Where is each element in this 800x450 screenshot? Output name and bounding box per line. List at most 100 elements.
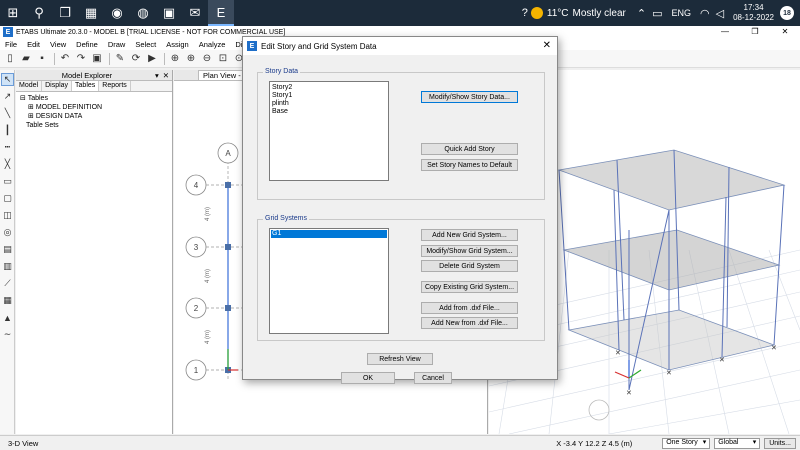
list-item[interactable]: plinth xyxy=(272,100,386,108)
quick-add-story-button[interactable]: Quick Add Story xyxy=(421,143,518,155)
delete-grid-system-button[interactable]: Delete Grid System xyxy=(421,260,518,272)
tab-model[interactable]: Model xyxy=(16,81,43,91)
draw-wall-icon[interactable]: ▭ xyxy=(1,175,14,188)
set-story-names-default-button[interactable]: Set Story Names to Default xyxy=(421,159,518,171)
cancel-button[interactable]: Cancel xyxy=(414,372,452,384)
dialog-body: Story Data Story2 Story1 plinth Base Mod… xyxy=(243,55,557,384)
zoom-out-icon[interactable]: ⊖ xyxy=(200,52,214,66)
chevron-up-icon[interactable]: ⌃ xyxy=(637,7,646,20)
store-icon[interactable]: ▣ xyxy=(156,0,182,26)
grid-system-list[interactable]: G1 xyxy=(269,228,389,334)
draw-floor-icon[interactable]: ▢ xyxy=(1,192,14,205)
open-folder-icon[interactable]: ▰ xyxy=(19,52,33,66)
tree-item-tables[interactable]: ⊟ Tables xyxy=(20,94,168,103)
units-button[interactable]: Units... xyxy=(764,437,796,449)
modify-story-data-button[interactable]: Modify/Show Story Data... xyxy=(421,91,518,103)
add-new-grid-system-button[interactable]: Add New Grid System... xyxy=(421,229,518,241)
pencil-icon[interactable]: ✎ xyxy=(113,52,127,66)
tab-reports[interactable]: Reports xyxy=(99,81,131,91)
draw-tendon-icon[interactable]: ▲ xyxy=(1,311,14,324)
mail-icon[interactable]: ✉ xyxy=(182,0,208,26)
grid-label-4: 4 xyxy=(194,181,199,190)
tree-item-model-definition[interactable]: ⊞ MODEL DEFINITION xyxy=(20,103,168,112)
tree-item-table-sets[interactable]: Table Sets xyxy=(20,121,168,130)
battery-icon[interactable]: ▭ xyxy=(652,7,662,20)
tab-display[interactable]: Display xyxy=(42,81,73,91)
weather-widget[interactable]: 11°C Mostly clear xyxy=(530,7,626,19)
minimize-icon[interactable]: — xyxy=(710,26,740,38)
task-view-icon[interactable]: ❐ xyxy=(52,0,78,26)
edge-browser-icon[interactable]: ◉ xyxy=(104,0,130,26)
etabs-taskbar-icon[interactable]: E xyxy=(208,0,234,26)
draw-opening-icon[interactable]: ◫ xyxy=(1,209,14,222)
add-from-dxf-button[interactable]: Add from .dxf File... xyxy=(421,302,518,314)
copy-grid-system-button[interactable]: Copy Existing Grid System... xyxy=(421,281,518,293)
undo-icon[interactable]: ↶ xyxy=(58,52,72,66)
dropdown-icon[interactable]: ▾ xyxy=(155,71,159,80)
story-list[interactable]: Story2 Story1 plinth Base xyxy=(269,81,389,181)
add-new-from-dxf-button[interactable]: Add New from .dxf File... xyxy=(421,317,518,329)
weather-temp: 11°C xyxy=(546,7,569,19)
menu-file[interactable]: File xyxy=(0,40,22,49)
lock-icon[interactable]: ▣ xyxy=(90,52,104,66)
language-indicator[interactable]: ENG xyxy=(671,8,691,18)
menu-view[interactable]: View xyxy=(45,40,71,49)
new-file-icon[interactable]: ▯ xyxy=(3,52,17,66)
menu-analyze[interactable]: Analyze xyxy=(194,40,231,49)
draw-brace-icon[interactable]: ╳ xyxy=(1,158,14,171)
notification-badge[interactable]: 18 xyxy=(780,6,794,20)
draw-point-icon[interactable]: ◎ xyxy=(1,226,14,239)
close-icon[interactable]: ✕ xyxy=(770,26,800,38)
ok-button[interactable]: OK xyxy=(341,372,395,384)
reshape-icon[interactable]: ↗ xyxy=(1,90,14,103)
pointer-icon[interactable]: ↖ xyxy=(1,73,14,86)
refresh-view-button[interactable]: Refresh View xyxy=(367,353,433,365)
menu-edit[interactable]: Edit xyxy=(22,40,45,49)
expand-icon[interactable]: ⊞ xyxy=(28,104,34,111)
window-controls: — ❐ ✕ xyxy=(710,26,800,38)
wifi-icon[interactable]: ◠ xyxy=(700,7,710,20)
chrome-browser-icon[interactable]: ◍ xyxy=(130,0,156,26)
collapse-icon[interactable]: ⊟ xyxy=(20,95,26,102)
list-item[interactable]: Base xyxy=(272,108,386,116)
modify-grid-system-button[interactable]: Modify/Show Grid System... xyxy=(421,245,518,257)
draw-column-icon[interactable]: ┃ xyxy=(1,124,14,137)
maximize-icon[interactable]: ❐ xyxy=(740,26,770,38)
refresh-icon[interactable]: ⟳ xyxy=(129,52,143,66)
menu-draw[interactable]: Draw xyxy=(103,40,131,49)
menu-select[interactable]: Select xyxy=(130,40,161,49)
redo-icon[interactable]: ↷ xyxy=(74,52,88,66)
zoom-fit-icon[interactable]: ⊡ xyxy=(216,52,230,66)
zoom-in-icon[interactable]: ⊕ xyxy=(184,52,198,66)
widgets-icon[interactable]: ▦ xyxy=(78,0,104,26)
list-item[interactable]: Story2 xyxy=(272,84,386,92)
tab-tables[interactable]: Tables xyxy=(72,81,100,91)
search-icon[interactable]: ⚲ xyxy=(26,0,52,26)
draw-link-icon[interactable]: ⟋ xyxy=(1,277,14,290)
draw-region-icon[interactable]: ▥ xyxy=(1,260,14,273)
windows-start-icon[interactable]: ⊞ xyxy=(0,0,26,26)
zoom-window-icon[interactable]: ⊕ xyxy=(168,52,182,66)
tree-item-design-data[interactable]: ⊞ DESIGN DATA xyxy=(20,112,168,121)
draw-area-icon[interactable]: ▤ xyxy=(1,243,14,256)
menu-assign[interactable]: Assign xyxy=(161,40,194,49)
draw-grid-icon[interactable]: ▦ xyxy=(1,294,14,307)
close-icon[interactable]: ✕ xyxy=(163,71,169,80)
draw-line-icon[interactable]: ╲ xyxy=(1,107,14,120)
clock[interactable]: 17:34 08-12-2022 xyxy=(733,3,774,23)
expand-icon[interactable]: ⊞ xyxy=(28,113,34,120)
draw-wave-icon[interactable]: ∼ xyxy=(1,328,14,341)
view-cube-icon[interactable] xyxy=(588,399,610,421)
list-item[interactable]: Story1 xyxy=(272,92,386,100)
story1-slab xyxy=(562,229,781,291)
volume-icon[interactable]: ◁ xyxy=(716,7,724,20)
list-item[interactable]: G1 xyxy=(271,230,387,238)
save-icon[interactable]: ▪ xyxy=(35,52,49,66)
story-select[interactable]: One Story ▾ xyxy=(662,437,711,449)
menu-define[interactable]: Define xyxy=(71,40,103,49)
run-analysis-icon[interactable]: ▶ xyxy=(145,52,159,66)
coord-system-select[interactable]: Global ▾ xyxy=(714,437,761,449)
draw-beam-icon[interactable]: ┅ xyxy=(1,141,14,154)
help-icon[interactable]: ? xyxy=(522,7,528,19)
close-icon[interactable]: ✕ xyxy=(543,40,551,51)
